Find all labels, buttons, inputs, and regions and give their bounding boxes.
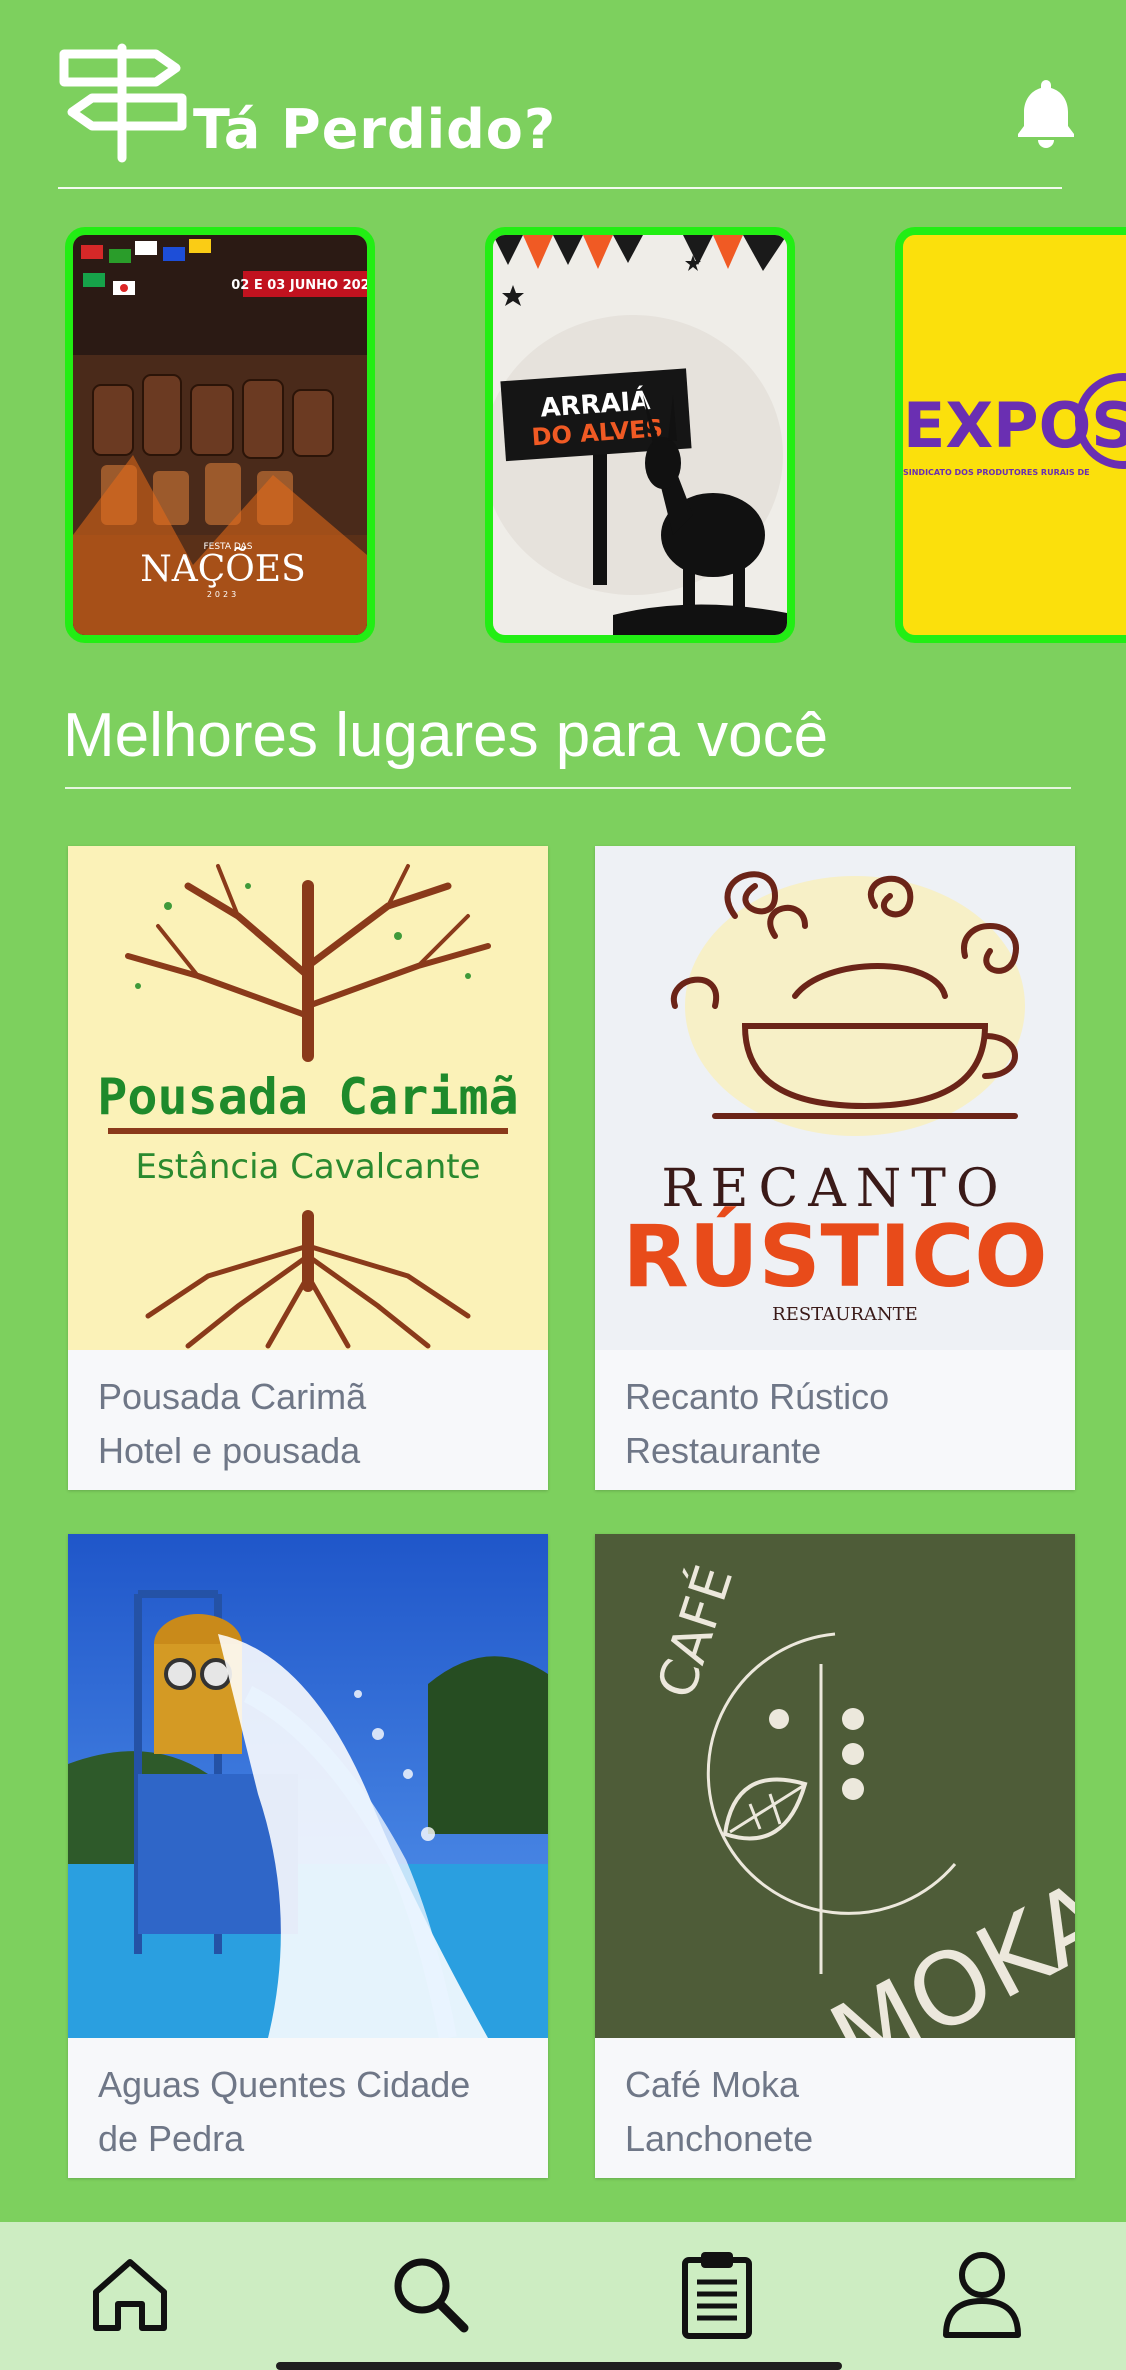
nav-profile-button[interactable]: [932, 2244, 1032, 2344]
header-divider: [58, 187, 1062, 189]
place-info: Recanto Rústico Restaurante: [595, 1350, 1075, 1490]
section-divider: [65, 787, 1071, 789]
profile-icon: [943, 2252, 1021, 2338]
signpost-icon: [59, 43, 187, 163]
bottom-navigation: [0, 2222, 1126, 2370]
banner-year: 2023: [207, 590, 239, 599]
banner-date: 02 E 03 JUNHO 2023: [231, 278, 367, 293]
search-icon: [394, 2258, 469, 2333]
place-logo-line3: RESTAURANTE: [772, 1304, 918, 1325]
place-image: [68, 1534, 548, 2038]
home-indicator: [276, 2362, 842, 2370]
banner-title: NAÇÕES: [140, 548, 306, 590]
app-title: Tá Perdido?: [193, 98, 557, 161]
event-banner-festa-das-nacoes[interactable]: 02 E 03 JUNHO 2023 FESTA DAS NAÇÕES 2023: [65, 227, 375, 643]
event-banner-arraia-do-alves[interactable]: ARRAIÁ DO ALVES: [485, 227, 795, 643]
featured-events-carousel[interactable]: 02 E 03 JUNHO 2023 FESTA DAS NAÇÕES 2023: [0, 225, 1126, 645]
place-name: Café Moka: [625, 2064, 800, 2105]
nav-search-button[interactable]: [380, 2244, 480, 2344]
event-banner-expo[interactable]: EXPOS SINDICATO DOS PRODUTORES RURAIS DE: [895, 227, 1126, 643]
place-info: Pousada Carimã Hotel e pousada: [68, 1350, 548, 1490]
place-card-pousada-carima[interactable]: Pousada Carimã Estância Cavalcante Pousa…: [68, 846, 548, 1490]
place-category: Hotel e pousada: [98, 1430, 361, 1471]
nav-home-button[interactable]: [80, 2244, 180, 2344]
place-category: Lanchonete: [625, 2118, 814, 2159]
place-name: Pousada Carimã: [98, 1376, 367, 1417]
section-title: Melhores lugares para você: [63, 701, 829, 770]
place-info: Aguas Quentes Cidade de Pedra: [68, 2038, 548, 2178]
place-image: Pousada Carimã Estância Cavalcante: [68, 846, 548, 1350]
place-logo-title: Pousada Carimã: [97, 1068, 518, 1126]
place-card-cafe-moka[interactable]: RECANTO CAFÉ MOKA Café Moka Lanchonete: [595, 1534, 1075, 2178]
place-logo-subtitle: Estância Cavalcante: [136, 1147, 481, 1187]
clipboard-icon: [682, 2252, 752, 2339]
place-info: Café Moka Lanchonete: [595, 2038, 1075, 2178]
banner-subtitle: SINDICATO DOS PRODUTORES RURAIS DE: [903, 468, 1090, 477]
home-icon: [93, 2259, 167, 2331]
place-card-aguas-quentes[interactable]: Aguas Quentes Cidade de Pedra: [68, 1534, 548, 2178]
place-card-recanto-rustico[interactable]: RECANTO RÚSTICO RESTAURANTE Recanto Rúst…: [595, 846, 1075, 1490]
place-category: Restaurante: [625, 1430, 822, 1471]
place-name: Recanto Rústico: [625, 1376, 890, 1417]
nav-clipboard-button[interactable]: [667, 2244, 767, 2344]
bell-icon[interactable]: [1016, 78, 1076, 148]
place-logo-line2: RÚSTICO: [623, 1206, 1048, 1307]
place-image: RECANTO RÚSTICO RESTAURANTE: [595, 846, 1075, 1350]
place-image: RECANTO CAFÉ MOKA: [595, 1534, 1075, 2038]
place-name: Aguas Quentes Cidade de Pedra: [98, 2064, 471, 2159]
app-header: Tá Perdido?: [0, 0, 1126, 190]
